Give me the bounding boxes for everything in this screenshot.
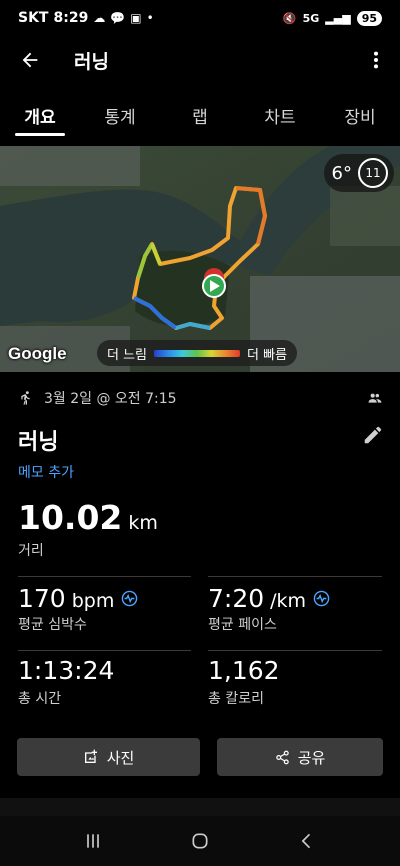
heart-rate-label: 평균 심박수: [18, 617, 87, 633]
home-button[interactable]: [180, 821, 220, 861]
network-badge: 5G: [302, 11, 320, 25]
legend-fast-label: 더 빠름: [247, 347, 288, 363]
pace-info-icon[interactable]: [313, 590, 330, 607]
heart-rate-value: 170: [18, 584, 66, 613]
tab-overview[interactable]: 개요: [0, 88, 80, 138]
tab-laps[interactable]: 랩: [160, 88, 240, 138]
divider: [18, 576, 191, 577]
pace-gradient-bar: [154, 349, 241, 357]
tab-charts[interactable]: 차트: [240, 88, 320, 138]
back-arrow-icon: [22, 52, 38, 68]
system-nav-bar: [0, 816, 400, 866]
carrier-text: SKT: [18, 10, 49, 26]
distance-label: 거리: [18, 543, 44, 559]
weather-chip: 6° 11: [323, 154, 394, 192]
mute-icon: 🔇: [282, 11, 297, 25]
wind-dial-icon: 11: [358, 158, 388, 188]
clock-text: 8:29: [53, 10, 89, 26]
pace-label: 평균 페이스: [208, 617, 277, 633]
edit-pencil-icon[interactable]: [362, 424, 384, 446]
activity-name: 러닝: [18, 430, 59, 455]
tab-bar: 개요 통계 랩 차트 장비: [0, 88, 400, 138]
bottom-section-edge: [0, 798, 400, 816]
app-bar: 러닝: [0, 36, 400, 84]
divider: [208, 576, 382, 577]
recent-apps-icon: [87, 834, 100, 848]
tab-stats[interactable]: 통계: [80, 88, 160, 138]
system-back-button[interactable]: [287, 821, 327, 861]
legend-slow-label: 더 느림: [107, 347, 148, 363]
page-title: 러닝: [74, 50, 109, 73]
more-vert-icon: [373, 51, 379, 69]
dot-icon: •: [146, 11, 154, 25]
total-time-row: 1:13:24: [18, 656, 114, 685]
pace-unit: /km: [270, 590, 307, 612]
pace-row: 7:20 /km: [208, 584, 330, 613]
people-icon[interactable]: [368, 391, 382, 405]
share-button[interactable]: 공유: [217, 738, 383, 776]
distance-value: 10.02: [18, 498, 123, 537]
add-photo-button[interactable]: 사진: [17, 738, 200, 776]
add-photo-icon: [84, 749, 97, 763]
distance-value-row: 10.02 km: [18, 498, 158, 537]
total-time-value: 1:13:24: [18, 656, 115, 685]
share-icon: [275, 750, 289, 764]
activity-date: 3월 2일 @ 오전 7:15: [44, 391, 177, 407]
signal-icon: ▂▄▆: [325, 11, 351, 25]
status-bar: SKT 8:29 ☁ 💬 ▣ • 🔇 5G ▂▄▆ 95: [0, 0, 400, 36]
weather-temp: 6°: [331, 162, 352, 184]
add-memo-link[interactable]: 메모 추가: [18, 462, 74, 482]
heart-rate-row: 170 bpm: [18, 584, 138, 613]
home-icon: [192, 833, 208, 849]
share-label: 공유: [297, 748, 326, 767]
recent-apps-button[interactable]: [73, 821, 113, 861]
total-time-label: 총 시간: [18, 691, 62, 707]
running-icon: [21, 391, 30, 405]
cloud-icon: ☁: [93, 11, 106, 25]
route-map[interactable]: 6° 11 Google 더 느림 더 빠름: [0, 146, 400, 372]
divider: [208, 650, 382, 651]
add-photo-label: 사진: [106, 748, 135, 767]
activity-date-row: 3월 2일 @ 오전 7:15: [18, 388, 382, 408]
chat-icon: 💬: [110, 11, 126, 25]
chevron-left-icon: [301, 833, 310, 849]
calories-label: 총 칼로리: [208, 691, 264, 707]
tab-gear[interactable]: 장비: [320, 88, 400, 138]
back-button[interactable]: [0, 36, 60, 84]
heart-rate-info-icon[interactable]: [121, 590, 138, 607]
heart-rate-unit: bpm: [71, 590, 115, 612]
divider: [18, 650, 191, 651]
distance-unit: km: [128, 512, 158, 534]
battery-badge: 95: [356, 10, 382, 26]
pace-legend: 더 느림 더 빠름: [97, 340, 298, 366]
calendar-icon: ▣: [130, 11, 142, 25]
calories-value: 1,162: [208, 656, 280, 685]
google-logo: Google: [8, 344, 67, 363]
more-options-button[interactable]: [352, 36, 400, 84]
pace-value: 7:20: [208, 584, 265, 613]
calories-row: 1,162: [208, 656, 280, 685]
